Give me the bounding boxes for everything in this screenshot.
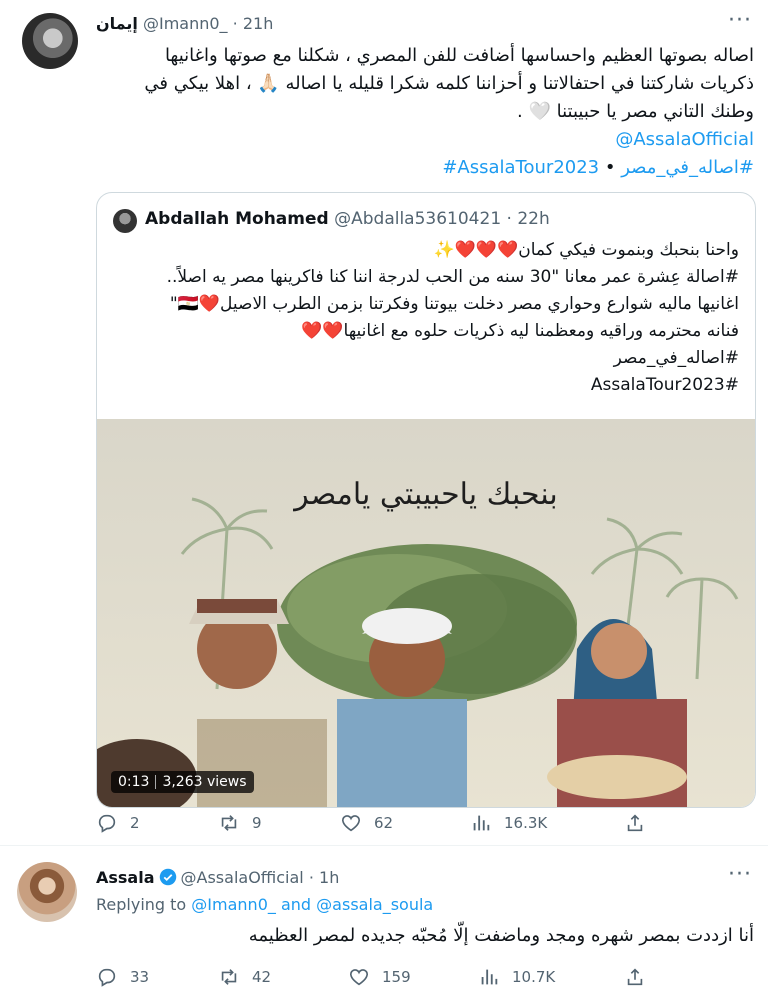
reply-button[interactable]: 33 [96,962,149,992]
handle[interactable]: @AssalaOfficial [181,868,304,887]
replying-prefix: Replying to [96,895,187,914]
quote-handle: @Abdalla53610421 [334,209,502,229]
display-name[interactable]: Assala [96,868,155,887]
avatar[interactable] [17,862,77,922]
hashtag-separator: • [604,157,616,178]
quote-text-line: #اصاله_في_مصر [613,348,739,368]
views-button[interactable]: 16.3K [470,808,547,838]
like-button[interactable]: 62 [340,808,393,838]
retweet-button[interactable]: 9 [218,808,262,838]
tweet-actions: 2 9 62 16.3K [0,808,768,838]
quote-text-line: #AssalaTour2023 [590,375,739,395]
views-icon [481,969,498,985]
tweet-text-line: اصاله بصوتها العظيم واحساسها أضافت للفن … [164,45,754,66]
reply-button[interactable]: 2 [96,808,140,838]
video-time: 0:13 [118,774,150,790]
quote-text-line: اغانيها ماليه شوارع وحواري مصر دخلت بيوت… [169,294,739,314]
retweet-icon [221,815,237,831]
share-icon [627,814,643,832]
tweet-text: اصاله بصوتها العظيم واحساسها أضافت للفن … [94,42,754,182]
replying-to: Replying to @Imann0_ and @assala_soula [96,895,433,914]
more-icon[interactable]: ··· [728,8,752,33]
mention-link[interactable]: @AssalaOfficial [615,129,754,150]
tweet-header: إيمان @Imann0_ · 21h [96,14,274,33]
quote-text-line: #اصالة عِشرة عمر معانا "30 سنه من الحب ل… [166,267,739,287]
tweet-text-line: ذكريات شاركتنا في احتفالاتنا و أحزاننا ك… [144,73,754,94]
like-count: 159 [382,968,411,986]
quote-text: واحنا بنحبك وبنموت فيكي كمان❤️❤️❤️✨ #اصا… [109,237,739,399]
reply-and[interactable]: and [281,895,311,914]
reply-icon [98,968,116,987]
quote-header: Abdallah Mohamed @Abdalla53610421 · 22h [145,209,550,229]
avatar[interactable] [22,13,78,69]
reply-count: 2 [130,814,140,832]
retweet-count: 42 [252,968,272,986]
quote-timestamp: 22h [517,209,550,229]
tweet-text: أنا ازددت بمصر شهره ومجد وماضفت إلّا مُح… [248,925,754,946]
retweet-count: 9 [252,814,262,832]
video-badge: 0:13 3,263 views [111,771,254,793]
tweet-header: Assala @AssalaOfficial · 1h [96,868,340,887]
quote-avatar [113,209,137,233]
video-player[interactable]: بنحبك ياحبيبتي يامصر 0:13 3,263 views [97,419,755,807]
quote-text-line: فنانه محترمه وراقيه ومعظمنا ليه ذكريات ح… [301,321,739,341]
share-button[interactable] [624,962,646,992]
views-icon [473,815,490,831]
video-caption: بنحبك ياحبيبتي يامصر [294,477,558,512]
reply-mention-link[interactable]: @assala_soula [316,895,433,914]
reply-mention-link[interactable]: @Imann0_ [191,895,276,914]
verified-icon [159,868,176,886]
quoted-tweet[interactable]: Abdallah Mohamed @Abdalla53610421 · 22h … [96,192,756,808]
tweet-text-line: وطنك التاني مصر يا حبيبتنا 🤍 . [517,101,754,122]
like-count: 62 [374,814,394,832]
like-button[interactable]: 159 [348,962,411,992]
views-count: 10.7K [512,968,556,986]
handle[interactable]: @Imann0_ [143,14,228,33]
tweet-assala[interactable]: Assala @AssalaOfficial · 1h ··· Replying … [0,846,768,998]
like-icon [349,969,369,986]
share-button[interactable] [624,808,646,838]
reply-count: 33 [130,968,150,986]
quote-text-line: واحنا بنحبك وبنموت فيكي كمان❤️❤️❤️✨ [433,240,739,260]
reply-icon [98,814,116,833]
more-icon[interactable]: ··· [728,862,752,887]
share-icon [627,968,643,986]
views-button[interactable]: 10.7K [478,962,555,992]
hashtag-link[interactable]: #AssalaTour2023 [442,157,599,178]
views-count: 16.3K [504,814,548,832]
display-name[interactable]: إيمان [96,14,138,33]
video-views: 3,263 views [162,774,247,790]
retweet-button[interactable]: 42 [218,962,271,992]
like-icon [341,815,361,832]
tweet-imann[interactable]: إيمان @Imann0_ · 21h ··· اصاله بصوتها ال… [0,0,768,845]
retweet-icon [221,969,237,985]
timestamp[interactable]: 21h [243,14,274,33]
hashtag-link[interactable]: #اصاله_في_مصر [621,157,754,178]
quote-display-name: Abdallah Mohamed [145,209,329,229]
tweet-actions: 33 42 159 10.7K [0,962,768,992]
timestamp[interactable]: 1h [319,868,339,887]
